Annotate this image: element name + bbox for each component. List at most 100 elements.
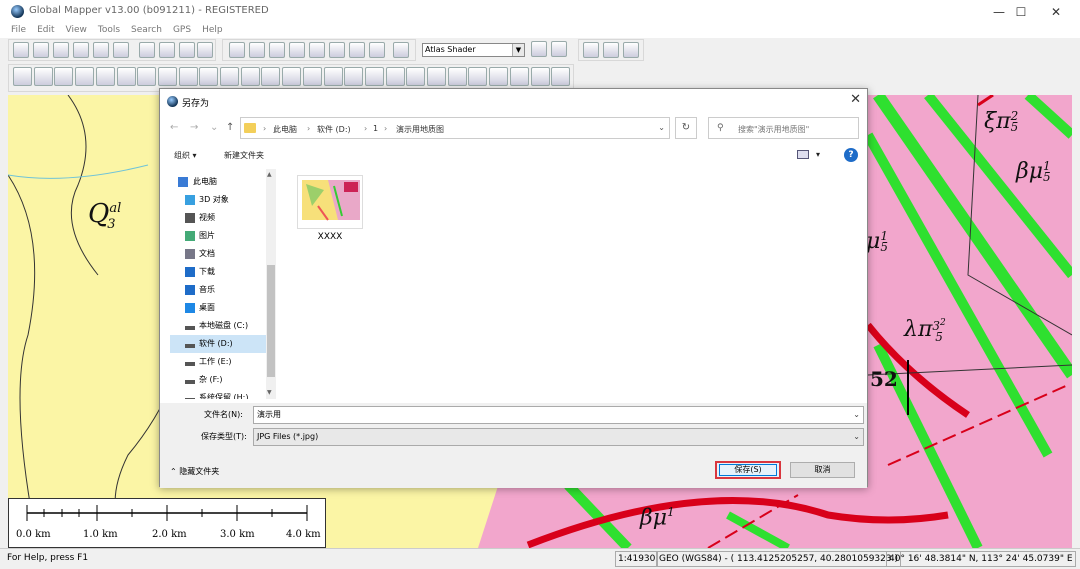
chevron-down-icon[interactable]: ⌄ xyxy=(210,122,218,133)
zoom-out-icon[interactable] xyxy=(159,42,175,58)
chevron-down-icon[interactable]: ⌄ xyxy=(853,429,860,445)
measure-icon[interactable] xyxy=(269,42,285,58)
scroll-up-icon[interactable]: ▲ xyxy=(267,171,272,178)
create-area-icon[interactable] xyxy=(116,67,136,86)
nav-item[interactable]: 杂 (F:) xyxy=(170,371,266,389)
scroll-down-icon[interactable]: ▼ xyxy=(267,389,272,396)
digitizer-icon[interactable] xyxy=(349,42,365,58)
menu-edit[interactable]: Edit xyxy=(37,24,54,37)
delete-vertex-icon[interactable] xyxy=(95,67,115,86)
scroll-thumb[interactable] xyxy=(267,265,275,377)
cancel-button[interactable]: 取消 xyxy=(790,462,855,478)
overlay-icon[interactable] xyxy=(93,42,109,58)
breadcrumb-folder-1[interactable]: 1 xyxy=(373,124,378,133)
chevron-down-icon[interactable]: ⌄ xyxy=(853,407,860,423)
rotate-icon[interactable] xyxy=(623,42,639,58)
layout-icon[interactable] xyxy=(583,42,599,58)
paste-feature-icon[interactable] xyxy=(364,67,384,86)
shader-select[interactable]: Atlas Shader ▼ xyxy=(422,43,525,57)
hide-folders-toggle[interactable]: ⌃ 隐藏文件夹 xyxy=(170,466,219,477)
tower-icon[interactable] xyxy=(329,42,345,58)
nav-item[interactable]: 软件 (D:) xyxy=(170,335,266,353)
nav-item[interactable]: 本地磁盘 (C:) xyxy=(170,317,266,335)
scale-feature-icon[interactable] xyxy=(323,67,343,86)
file-thumbnail[interactable] xyxy=(297,175,363,229)
profile-icon[interactable] xyxy=(309,42,325,58)
add-vertex-icon[interactable] xyxy=(75,67,95,86)
organize-button[interactable]: 组织 ▾ xyxy=(174,150,197,161)
nav-item[interactable]: 系统保留 (H:) xyxy=(170,389,266,399)
filetype-select[interactable]: JPG Files (*.jpg) ⌄ xyxy=(253,428,864,446)
nav-item[interactable]: 图片 xyxy=(170,227,266,245)
nav-scrollbar[interactable]: ▲ ▼ xyxy=(266,169,276,399)
light-icon[interactable] xyxy=(551,41,567,57)
cut-icon[interactable] xyxy=(468,67,488,86)
merge-icon[interactable] xyxy=(509,67,529,86)
menu-help[interactable]: Help xyxy=(202,24,223,37)
home-icon[interactable] xyxy=(197,42,213,58)
menu-search[interactable]: Search xyxy=(131,24,162,37)
menu-view[interactable]: View xyxy=(66,24,87,37)
split-feature-icon[interactable] xyxy=(33,67,53,86)
nav-item[interactable]: 工作 (E:) xyxy=(170,353,266,371)
create-line-icon[interactable] xyxy=(137,67,157,86)
label-icon[interactable] xyxy=(530,67,550,86)
chevron-down-icon[interactable]: ⌄ xyxy=(658,123,665,132)
reshape-icon[interactable] xyxy=(178,67,198,86)
chevron-down-icon[interactable]: ▾ xyxy=(816,150,820,159)
menu-tools[interactable]: Tools xyxy=(98,24,120,37)
zoom-full-icon[interactable] xyxy=(179,42,195,58)
simplify-icon[interactable] xyxy=(282,67,302,86)
nav-item[interactable]: 下载 xyxy=(170,263,266,281)
pan-icon[interactable] xyxy=(249,42,265,58)
buffer-icon[interactable] xyxy=(240,67,260,86)
file-name[interactable]: XXXX xyxy=(297,232,363,242)
nav-item[interactable]: 音乐 xyxy=(170,281,266,299)
breadcrumb-current-folder[interactable]: 演示用地质图 xyxy=(396,124,444,135)
help-icon[interactable]: ? xyxy=(844,148,858,162)
back-arrow-icon[interactable]: ← xyxy=(170,122,178,133)
view-3d-icon[interactable] xyxy=(393,42,409,58)
crop-icon[interactable] xyxy=(489,67,509,86)
nav-item[interactable]: 视频 xyxy=(170,209,266,227)
move-feature-icon[interactable] xyxy=(13,67,32,86)
rotate-feature-icon[interactable] xyxy=(302,67,322,86)
create-point-icon[interactable] xyxy=(157,67,177,86)
print-icon[interactable] xyxy=(603,42,619,58)
tools-icon[interactable] xyxy=(113,42,129,58)
nav-item[interactable]: 桌面 xyxy=(170,299,266,317)
style-icon[interactable] xyxy=(447,67,467,86)
snap-icon[interactable] xyxy=(199,67,219,86)
catalog-icon[interactable] xyxy=(73,42,89,58)
up-arrow-icon[interactable]: ↑ xyxy=(226,122,234,133)
menu-file[interactable]: File xyxy=(11,24,26,37)
copy-feature-icon[interactable] xyxy=(344,67,364,86)
dialog-close-button[interactable]: ✕ xyxy=(850,92,861,107)
save-icon[interactable] xyxy=(33,42,49,58)
search-box[interactable]: ⚲ 搜索"演示用地质图" xyxy=(708,117,859,139)
zoom-in-icon[interactable] xyxy=(139,42,155,58)
globe-icon[interactable] xyxy=(53,42,69,58)
menu-gps[interactable]: GPS xyxy=(173,24,191,37)
nav-item[interactable]: 文档 xyxy=(170,245,266,263)
address-bar[interactable]: › 此电脑 › 软件 (D:) › 1 › 演示用地质图 ⌄ xyxy=(240,117,670,139)
measure-feature-icon[interactable] xyxy=(385,67,405,86)
breadcrumb-drive-d[interactable]: 软件 (D:) xyxy=(317,124,351,135)
refresh-icon[interactable]: ↻ xyxy=(675,117,697,139)
info-feature-icon[interactable] xyxy=(551,67,571,86)
nav-item[interactable]: 3D 对象 xyxy=(170,191,266,209)
dropdown-icon[interactable] xyxy=(369,42,385,58)
forward-arrow-icon[interactable]: → xyxy=(190,122,198,133)
edit-vertex-icon[interactable] xyxy=(54,67,74,86)
join-icon[interactable] xyxy=(220,67,239,86)
open-icon[interactable] xyxy=(13,42,29,58)
save-button[interactable]: 保存(S) xyxy=(715,461,781,479)
close-button[interactable]: ✕ xyxy=(1033,0,1079,24)
breadcrumb-this-pc[interactable]: 此电脑 xyxy=(273,124,297,135)
shader-options-icon[interactable] xyxy=(531,41,547,57)
nav-item[interactable]: 此电脑 xyxy=(170,173,266,191)
smooth-icon[interactable] xyxy=(261,67,281,86)
attribute-icon[interactable] xyxy=(427,67,446,86)
new-folder-button[interactable]: 新建文件夹 xyxy=(224,150,264,161)
view-options-icon[interactable] xyxy=(797,150,809,159)
